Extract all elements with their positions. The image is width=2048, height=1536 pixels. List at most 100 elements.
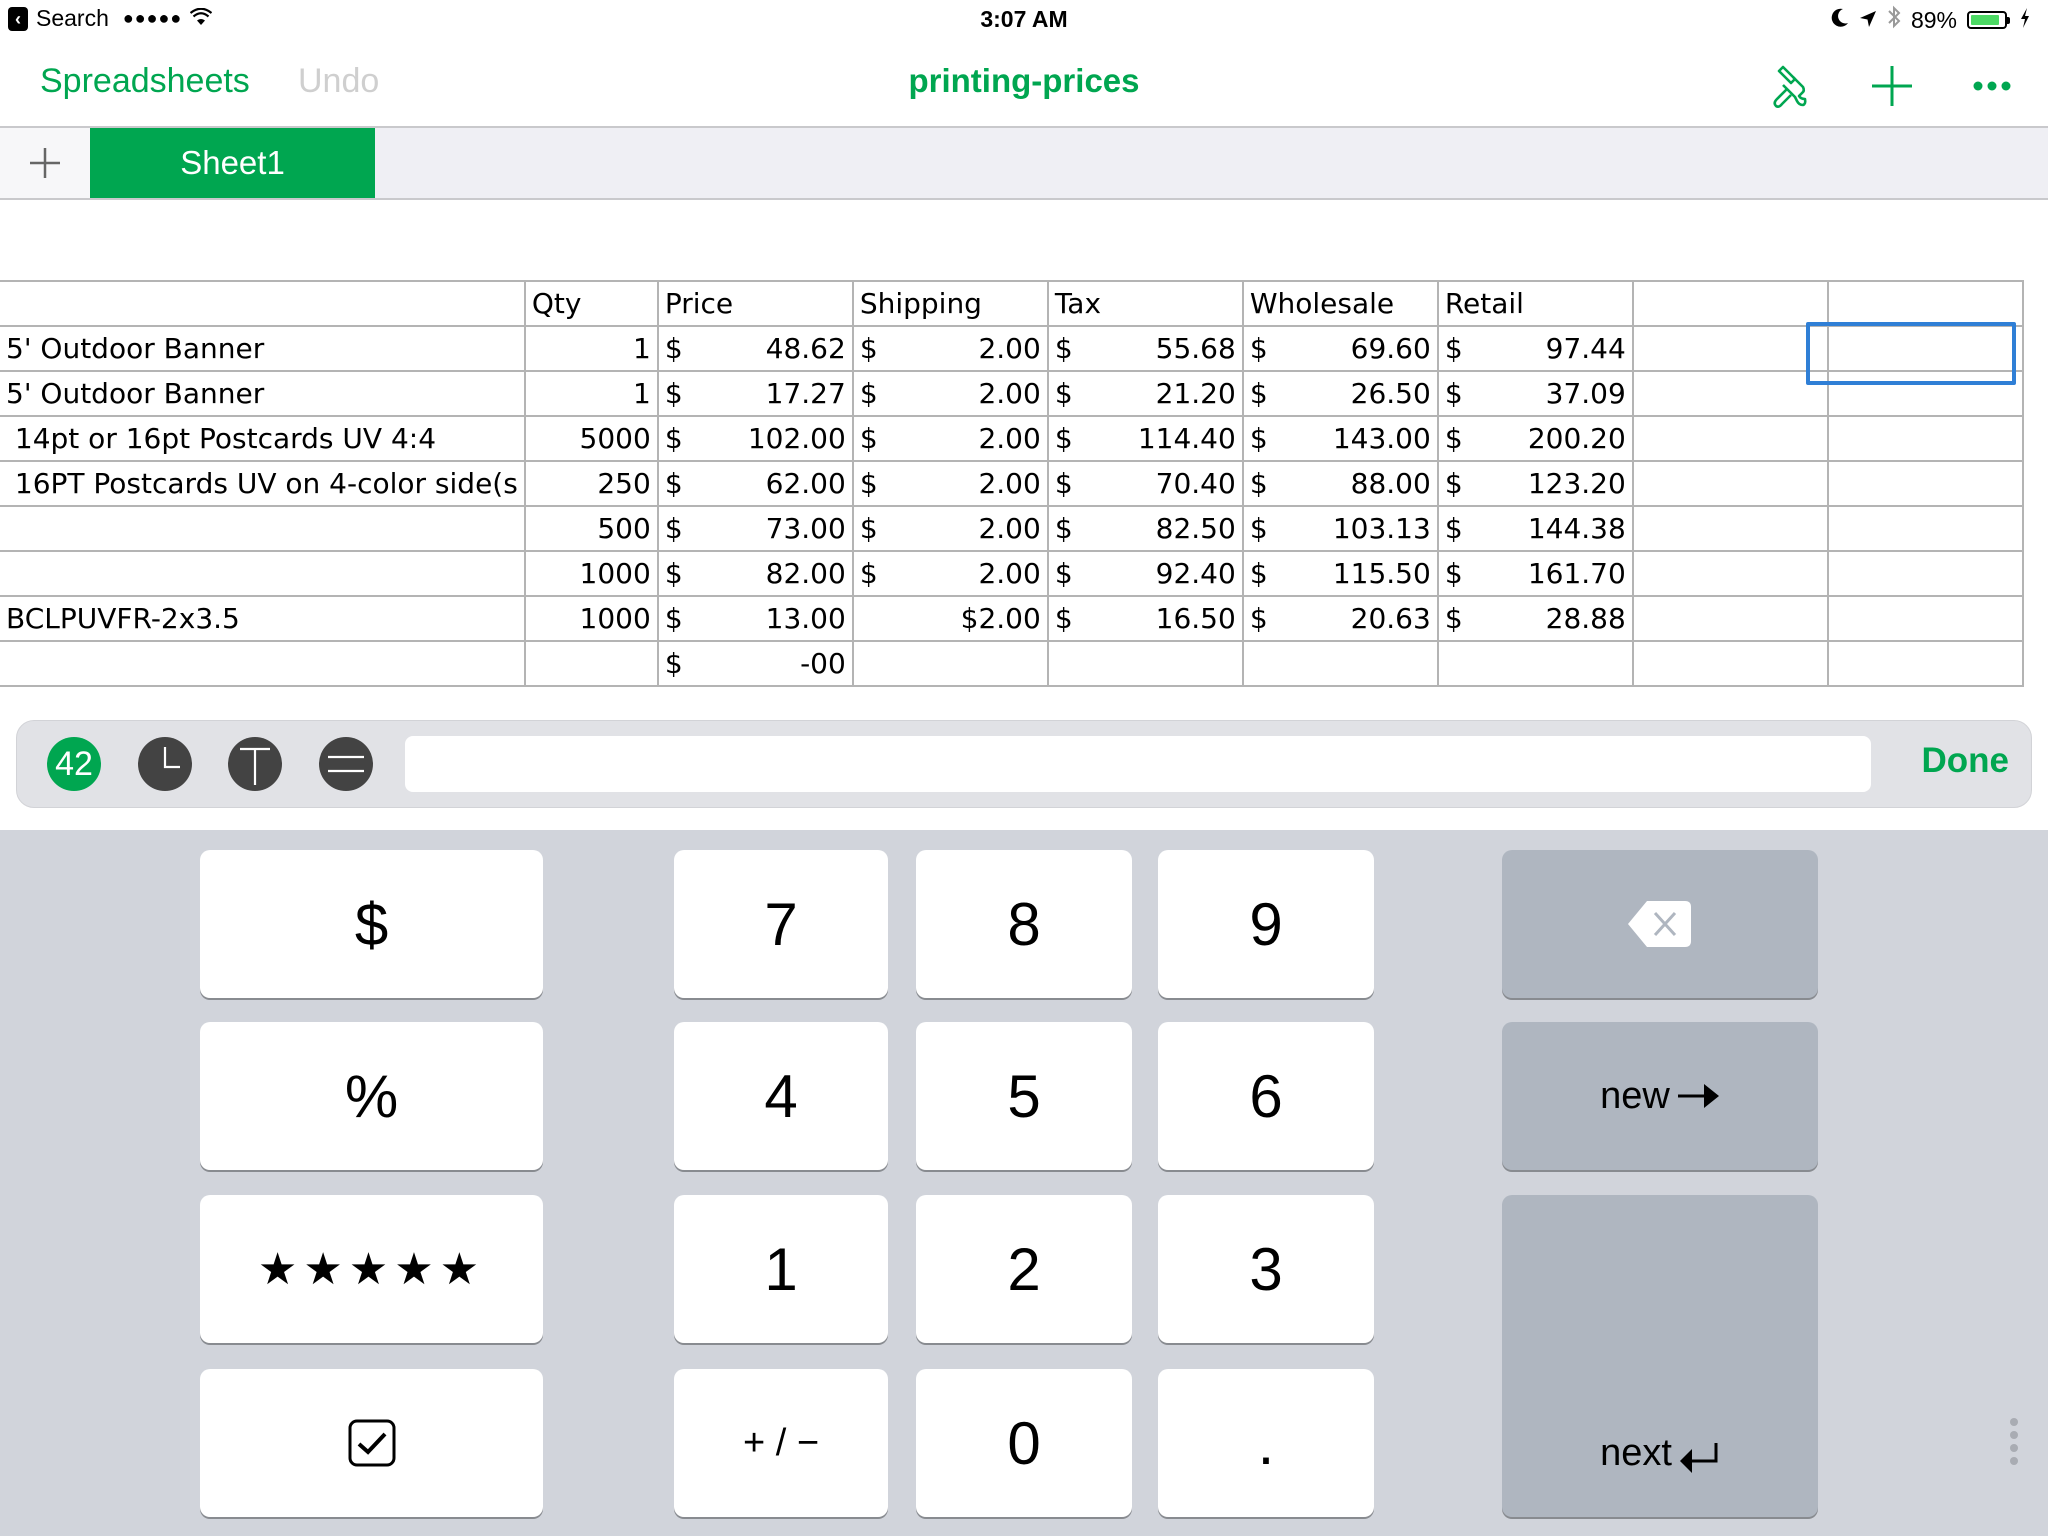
cell-wholesale[interactable]: $26.50 <box>1241 370 1439 417</box>
selected-cell[interactable] <box>1806 322 2016 385</box>
cell-price[interactable]: $17.27 <box>656 370 854 417</box>
cell-item[interactable] <box>0 640 526 687</box>
cell-price[interactable]: $82.00 <box>656 550 854 597</box>
cell-empty[interactable] <box>1631 460 1829 507</box>
cell-price[interactable]: $102.00 <box>656 415 854 462</box>
cell-qty[interactable]: 500 <box>523 505 659 552</box>
cell-wholesale[interactable]: $143.00 <box>1241 415 1439 462</box>
cell-empty[interactable] <box>1631 640 1829 687</box>
cell-item[interactable] <box>0 550 526 597</box>
key-backspace[interactable] <box>1502 850 1818 998</box>
cell-empty[interactable] <box>1631 550 1829 597</box>
cell-qty[interactable]: 250 <box>523 460 659 507</box>
cell-item[interactable]: 14pt or 16pt Postcards UV 4:4 <box>0 415 526 462</box>
cell-wholesale[interactable]: $20.63 <box>1241 595 1439 642</box>
cell-retail[interactable]: $97.44 <box>1436 325 1634 372</box>
key-next[interactable]: next <box>1502 1195 1818 1517</box>
key-8[interactable]: 8 <box>916 850 1132 998</box>
key-checkbox[interactable] <box>200 1369 543 1517</box>
key-decimal[interactable]: . <box>1158 1369 1374 1517</box>
key-new[interactable]: new <box>1502 1022 1818 1170</box>
cell-shipping[interactable]: $2.00 <box>851 415 1049 462</box>
column-header[interactable]: Wholesale <box>1241 280 1439 327</box>
cell-price[interactable]: $48.62 <box>656 325 854 372</box>
cell-empty[interactable] <box>1826 505 2024 552</box>
key-plus-minus[interactable]: + / − <box>674 1369 888 1517</box>
date-time-format-button[interactable] <box>138 737 192 791</box>
cell-qty[interactable]: 1 <box>523 325 659 372</box>
cell-price[interactable]: $ -00 <box>656 640 854 687</box>
cell-tax[interactable]: $16.50 <box>1046 595 1244 642</box>
cell-qty[interactable] <box>523 640 659 687</box>
cell-tax[interactable]: $92.40 <box>1046 550 1244 597</box>
key-3[interactable]: 3 <box>1158 1195 1374 1343</box>
cell-retail[interactable]: $28.88 <box>1436 595 1634 642</box>
cell-tax[interactable]: $82.50 <box>1046 505 1244 552</box>
cell-empty[interactable] <box>1826 640 2024 687</box>
cell-tax[interactable]: $70.40 <box>1046 460 1244 507</box>
done-button[interactable]: Done <box>1922 741 2010 781</box>
cell-shipping[interactable]: $2.00 <box>851 325 1049 372</box>
formula-format-button[interactable] <box>319 737 373 791</box>
text-format-button[interactable] <box>228 737 282 791</box>
cell-retail[interactable]: $123.20 <box>1436 460 1634 507</box>
key-percent[interactable]: % <box>200 1022 543 1170</box>
cell-wholesale[interactable]: $115.50 <box>1241 550 1439 597</box>
key-5[interactable]: 5 <box>916 1022 1132 1170</box>
keyboard-drag-handle[interactable] <box>2010 1418 2018 1465</box>
cell-qty[interactable]: 1000 <box>523 595 659 642</box>
cell-tax[interactable]: $114.40 <box>1046 415 1244 462</box>
cell-tax[interactable]: $21.20 <box>1046 370 1244 417</box>
cell-empty[interactable] <box>1631 325 1829 372</box>
column-header[interactable]: Retail <box>1436 280 1634 327</box>
cell-item[interactable]: BCLPUVFR-2x3.5 <box>0 595 526 642</box>
cell-wholesale[interactable]: $69.60 <box>1241 325 1439 372</box>
cell-empty[interactable] <box>1826 460 2024 507</box>
cell-shipping[interactable]: $2.00 <box>851 595 1049 642</box>
cell-price[interactable]: $62.00 <box>656 460 854 507</box>
key-star-rating[interactable]: ★★★★★ <box>200 1195 543 1343</box>
cell-empty[interactable] <box>1631 595 1829 642</box>
cell-retail[interactable]: $200.20 <box>1436 415 1634 462</box>
cell-shipping[interactable] <box>851 640 1049 687</box>
cell-qty[interactable]: 5000 <box>523 415 659 462</box>
cell-value-input[interactable] <box>405 736 1871 792</box>
column-header[interactable]: Shipping <box>851 280 1049 327</box>
cell-retail[interactable]: $144.38 <box>1436 505 1634 552</box>
cell-shipping[interactable]: $2.00 <box>851 460 1049 507</box>
more-icon[interactable] <box>1966 60 2018 112</box>
cell-empty[interactable] <box>1631 505 1829 552</box>
column-header[interactable] <box>1631 280 1829 327</box>
tab-sheet1[interactable]: Sheet1 <box>90 128 375 198</box>
cell-empty[interactable] <box>1631 415 1829 462</box>
cell-wholesale[interactable] <box>1241 640 1439 687</box>
cell-retail[interactable]: $37.09 <box>1436 370 1634 417</box>
cell-item[interactable] <box>0 505 526 552</box>
cell-shipping[interactable]: $2.00 <box>851 370 1049 417</box>
column-header[interactable]: Tax <box>1046 280 1244 327</box>
cell-shipping[interactable]: $2.00 <box>851 505 1049 552</box>
key-6[interactable]: 6 <box>1158 1022 1374 1170</box>
cell-empty[interactable] <box>1631 370 1829 417</box>
column-header[interactable]: Price <box>656 280 854 327</box>
key-1[interactable]: 1 <box>674 1195 888 1343</box>
cell-shipping[interactable]: $2.00 <box>851 550 1049 597</box>
cell-retail[interactable] <box>1436 640 1634 687</box>
add-sheet-button[interactable] <box>0 128 91 198</box>
cell-wholesale[interactable]: $88.00 <box>1241 460 1439 507</box>
cell-retail[interactable]: $161.70 <box>1436 550 1634 597</box>
add-plus-icon[interactable] <box>1866 60 1918 112</box>
key-4[interactable]: 4 <box>674 1022 888 1170</box>
cell-wholesale[interactable]: $103.13 <box>1241 505 1439 552</box>
cell-price[interactable]: $13.00 <box>656 595 854 642</box>
column-header[interactable] <box>1826 280 2024 327</box>
cell-item[interactable]: 5' Outdoor Banner <box>0 325 526 372</box>
cell-empty[interactable] <box>1826 415 2024 462</box>
paintbrush-icon[interactable] <box>1766 60 1818 112</box>
cell-qty[interactable]: 1000 <box>523 550 659 597</box>
cell-tax[interactable] <box>1046 640 1244 687</box>
key-7[interactable]: 7 <box>674 850 888 998</box>
column-header[interactable] <box>0 280 526 327</box>
key-2[interactable]: 2 <box>916 1195 1132 1343</box>
key-dollar[interactable]: $ <box>200 850 543 998</box>
